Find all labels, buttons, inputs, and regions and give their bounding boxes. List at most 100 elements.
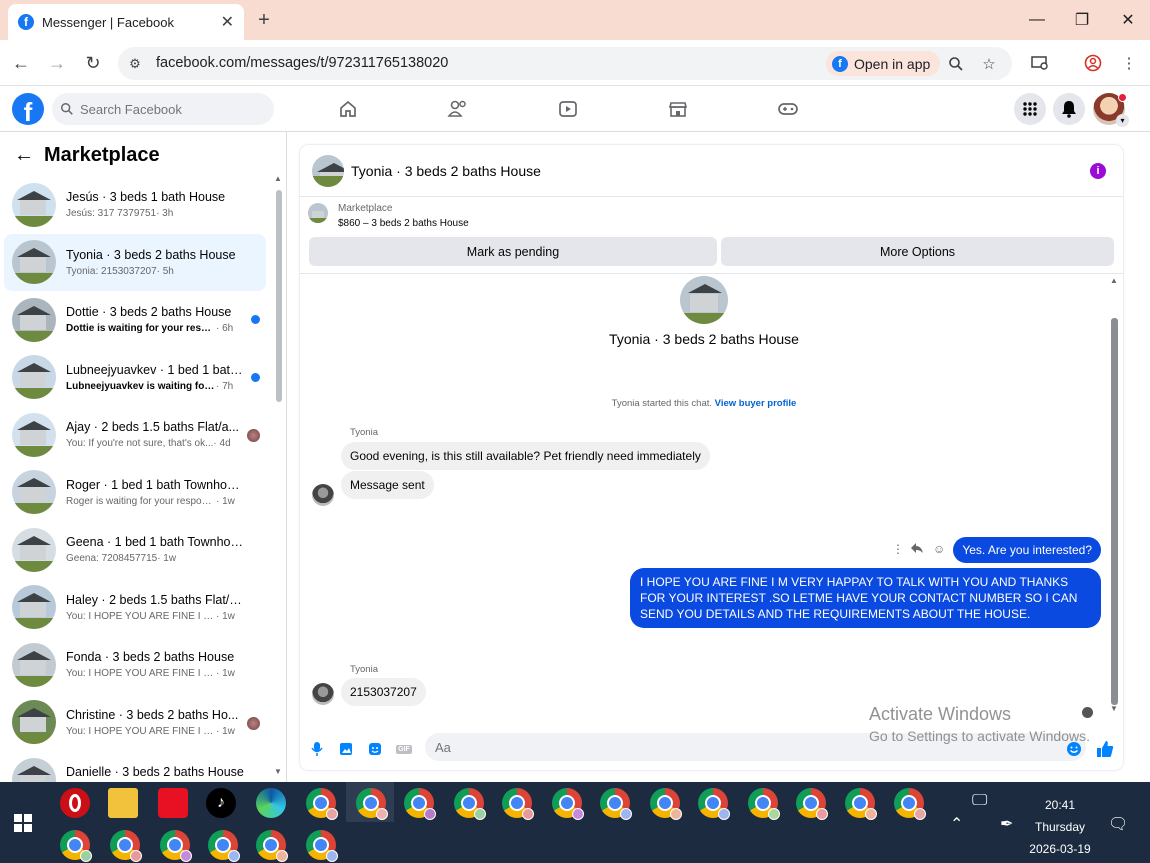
omnibox[interactable]: ⚙ facebook.com/messages/t/97231176513802… [118,47,1012,80]
chrome-taskbar-icon[interactable] [894,788,926,820]
video-icon[interactable] [556,97,580,121]
more-actions-icon[interactable]: ⋮ [892,542,904,556]
sidebar-scrollbar[interactable]: ▲ ▼ [274,174,284,782]
gif-icon[interactable]: GIF [395,740,413,758]
restore-button[interactable]: ❐ [1070,8,1094,32]
back-arrow-icon[interactable]: ← [14,144,34,167]
open-in-app-button[interactable]: f Open in app [826,51,941,76]
chrome-taskbar-icon[interactable] [600,788,632,820]
sticker-icon[interactable] [366,740,384,758]
notifications-center-icon[interactable]: 🗨 [1108,814,1128,834]
edge-icon[interactable] [256,788,286,818]
conversation-item[interactable]: Danielle · 3 beds 2 baths HouseYou: I HO… [4,751,266,782]
scroll-up-icon[interactable]: ▲ [274,174,282,183]
conversation-item[interactable]: Christine · 3 beds 2 baths Ho... You: I H… [4,694,266,751]
chrome-taskbar-icon[interactable] [208,830,240,862]
chrome-taskbar-icon[interactable] [160,830,192,862]
like-thumb-icon[interactable] [1096,740,1114,758]
chat-listing-avatar[interactable] [312,154,344,187]
chat-scroll-thumb[interactable] [1111,318,1118,705]
close-window-button[interactable]: ✕ [1116,8,1140,32]
notifications-bell-icon[interactable] [1053,93,1085,125]
close-tab-icon[interactable]: ✕ [221,12,234,32]
chat-title[interactable]: Tyonia · 3 beds 2 baths House [351,163,541,179]
incoming-message[interactable]: Message sent [341,471,434,499]
site-info-icon[interactable]: ⚙ [122,51,148,77]
conversation-item[interactable]: Haley · 2 beds 1.5 baths Flat/ap... You: … [4,579,266,636]
bookmark-star-icon[interactable]: ☆ [978,53,1000,75]
chat-scrollbar[interactable]: ▲ ▼ [1108,274,1122,714]
chrome-taskbar-icon[interactable] [256,830,288,862]
chrome-taskbar-icon[interactable] [650,788,682,820]
marketplace-listing-card[interactable]: Marketplace $860 – 3 beds 2 baths House [308,203,469,229]
photo-icon[interactable] [337,740,355,758]
chrome-taskbar-icon[interactable] [796,788,828,820]
chrome-taskbar-icon[interactable] [748,788,780,820]
sender-avatar[interactable] [312,683,334,705]
conversation-item[interactable]: Lubneejyuavkev · 1 bed 1 bath... Lubneejy… [4,349,266,406]
cast-icon[interactable] [1028,51,1052,75]
marketplace-icon[interactable] [666,97,690,121]
conversation-item[interactable]: Roger · 1 bed 1 bath Townhouse Roger is w… [4,464,266,521]
sidebar-scroll-thumb[interactable] [276,190,282,402]
browser-tab[interactable]: f Messenger | Facebook ✕ [8,4,244,40]
url-text[interactable]: facebook.com/messages/t/972311765138020 [156,55,448,71]
chrome-taskbar-icon[interactable] [454,788,486,820]
chrome-taskbar-icon[interactable] [306,788,338,820]
show-hidden-icons-chevron[interactable]: ⌃ [950,814,963,834]
minimize-button[interactable]: — [1025,8,1049,32]
incoming-message[interactable]: Good evening, is this still available? P… [341,442,710,470]
network-icon[interactable]: 🖵 [972,792,987,810]
incoming-message[interactable]: 2153037207 [341,678,426,706]
tiktok-icon[interactable]: ♪ [206,788,236,818]
conversation-item[interactable]: Fonda · 3 beds 2 baths House You: I HOPE … [4,636,266,693]
menu-grid-icon[interactable] [1014,93,1046,125]
outgoing-message[interactable]: I HOPE YOU ARE FINE I M VERY HAPPAY TO T… [630,568,1101,628]
home-icon[interactable] [336,97,360,121]
chrome-taskbar-icon[interactable] [110,830,142,862]
browser-menu-icon[interactable]: ⋮ [1117,51,1141,75]
reply-icon[interactable] [910,542,924,557]
outgoing-message[interactable]: Yes. Are you interested? [953,537,1101,563]
conversation-item[interactable]: Jesús · 3 beds 1 bath House Jesús: 317 73… [4,176,266,233]
facebook-search[interactable] [52,93,274,125]
conversation-item[interactable]: Tyonia · 3 beds 2 baths House Tyonia: 215… [4,233,266,291]
microphone-icon[interactable] [308,740,326,758]
chrome-taskbar-icon[interactable] [356,788,388,820]
system-clock[interactable]: 20:41 Thursday 2026-03-19 [1025,794,1095,860]
windows-start-icon[interactable] [14,814,32,835]
back-button[interactable]: ← [9,51,33,75]
forward-button[interactable]: → [45,51,69,75]
conversation-item[interactable]: Dottie · 3 beds 2 baths House Dottie is w… [4,291,266,348]
more-options-button[interactable]: More Options [721,237,1114,266]
view-buyer-profile-link[interactable]: View buyer profile [715,398,797,409]
new-tab-button[interactable]: + [254,8,274,32]
chrome-taskbar-icon[interactable] [306,830,338,862]
account-avatar[interactable]: ▾ [1093,93,1129,127]
opera-icon[interactable] [60,788,90,818]
profile-icon[interactable] [1081,51,1105,75]
scroll-down-icon[interactable]: ▼ [1110,704,1118,713]
chrome-taskbar-icon[interactable] [552,788,584,820]
chrome-taskbar-icon[interactable] [845,788,877,820]
search-input[interactable] [80,101,260,117]
chrome-taskbar-icon[interactable] [404,788,436,820]
chrome-taskbar-icon[interactable] [502,788,534,820]
gaming-icon[interactable] [776,97,800,121]
react-emoji-icon[interactable]: ☺ [933,542,945,556]
conversation-item[interactable]: Geena · 1 bed 1 bath Townhouse Geena: 720… [4,521,266,578]
mark-as-pending-button[interactable]: Mark as pending [309,237,717,266]
chrome-taskbar-icon[interactable] [698,788,730,820]
file-explorer-icon[interactable] [108,788,138,818]
scroll-down-icon[interactable]: ▼ [274,767,282,776]
pen-icon[interactable]: ✒ [1000,814,1013,834]
sender-avatar[interactable] [312,484,334,506]
info-icon[interactable]: i [1090,163,1106,179]
reload-button[interactable]: ↻ [81,51,105,75]
conversation-item[interactable]: Ajay · 2 beds 1.5 baths Flat/a... You: If… [4,406,266,463]
friends-icon[interactable] [446,97,470,121]
chrome-taskbar-icon[interactable] [60,830,92,862]
mail-app-icon[interactable] [158,788,188,818]
scroll-up-icon[interactable]: ▲ [1110,276,1118,285]
zoom-icon[interactable] [945,53,967,75]
